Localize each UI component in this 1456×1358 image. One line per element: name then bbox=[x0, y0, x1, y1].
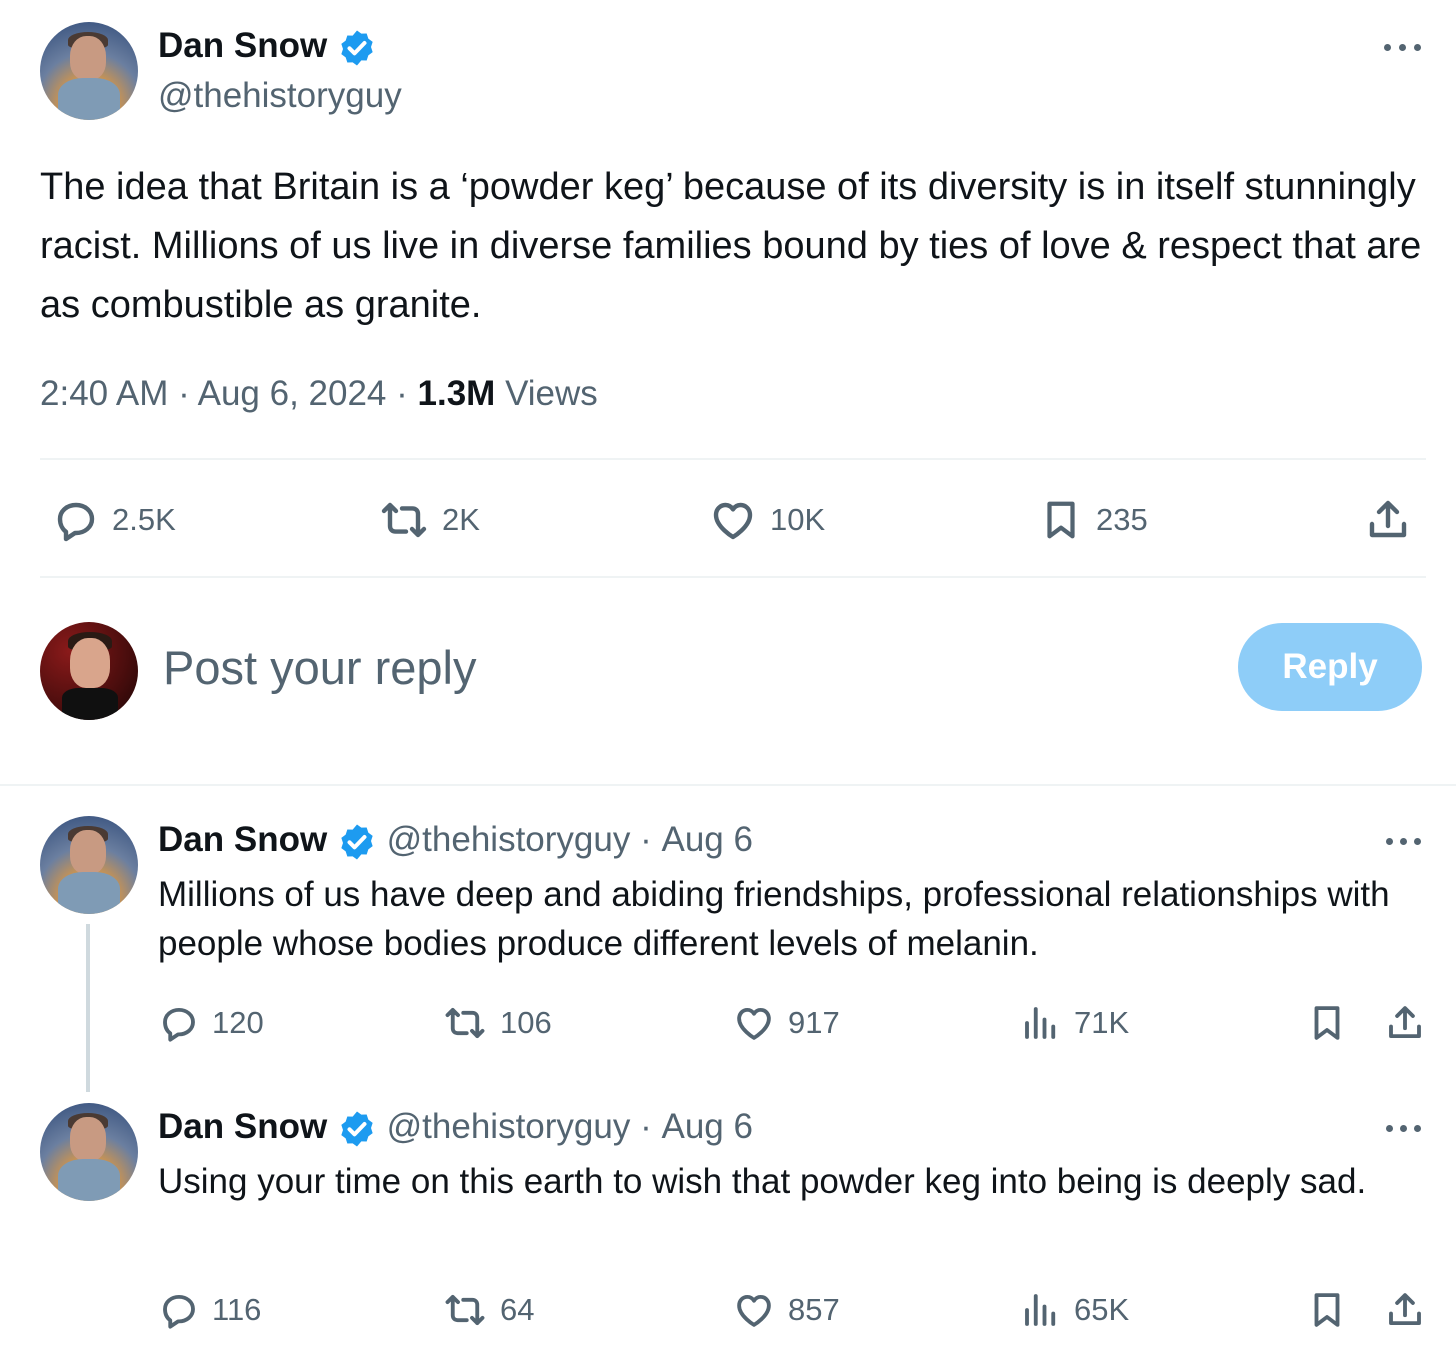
reply-author-avatar[interactable] bbox=[40, 816, 138, 914]
tweet-meta: 2:40 AM · Aug 6, 2024 · 1.3M Views bbox=[40, 374, 598, 414]
repost-icon bbox=[378, 496, 430, 544]
tweet-time[interactable]: 2:40 AM bbox=[40, 374, 168, 413]
avatar-face bbox=[70, 36, 106, 80]
repost-count: 106 bbox=[500, 1005, 552, 1040]
avatar-scarf bbox=[58, 872, 120, 914]
share-action[interactable] bbox=[1384, 1289, 1426, 1331]
reply-action[interactable]: 116 bbox=[158, 1289, 261, 1331]
views-count: 1.3M bbox=[417, 374, 496, 413]
tweet-text: The idea that Britain is a ‘powder keg’ … bbox=[40, 166, 1422, 326]
reply-author-handle[interactable]: @thehistoryguy bbox=[387, 1107, 631, 1146]
reply-icon bbox=[158, 1002, 200, 1044]
more-options-icon[interactable] bbox=[1384, 40, 1424, 54]
reply-action[interactable]: 2.5K bbox=[52, 496, 176, 544]
meta-separator: · bbox=[396, 374, 408, 413]
bookmark-action[interactable]: 235 bbox=[1038, 496, 1148, 544]
repost-count: 64 bbox=[500, 1292, 535, 1327]
views-action[interactable]: 65K bbox=[1020, 1289, 1129, 1331]
verified-badge-icon bbox=[337, 28, 377, 68]
reply-separator: · bbox=[640, 820, 652, 859]
divider bbox=[40, 576, 1426, 578]
bookmark-icon bbox=[1306, 1002, 1348, 1044]
views-chart-icon bbox=[1020, 1289, 1062, 1331]
thread-connector-line bbox=[86, 924, 90, 1092]
author-name-text[interactable]: Dan Snow bbox=[158, 26, 327, 65]
reply-icon bbox=[158, 1289, 200, 1331]
share-icon bbox=[1364, 496, 1412, 544]
reply-action[interactable]: 120 bbox=[158, 1002, 264, 1044]
heart-icon bbox=[732, 1002, 776, 1044]
like-action[interactable]: 857 bbox=[732, 1289, 840, 1331]
views-count: 71K bbox=[1074, 1005, 1130, 1040]
more-options-icon[interactable] bbox=[1386, 834, 1426, 848]
avatar-scarf bbox=[58, 1159, 120, 1201]
reply-header: Dan Snow @thehistoryguy · Aug 6 bbox=[158, 1107, 753, 1149]
reply-author-name[interactable]: Dan Snow bbox=[158, 1107, 327, 1146]
user-avatar[interactable] bbox=[40, 622, 138, 720]
bookmark-count: 235 bbox=[1096, 502, 1148, 537]
reply-count: 2.5K bbox=[112, 502, 176, 537]
avatar-face bbox=[70, 638, 110, 688]
heart-icon bbox=[732, 1289, 776, 1331]
views-action[interactable]: 71K bbox=[1020, 1002, 1129, 1044]
reply-count: 116 bbox=[212, 1292, 262, 1327]
repost-count: 2K bbox=[442, 502, 480, 537]
repost-action[interactable]: 64 bbox=[442, 1289, 534, 1331]
bookmark-icon bbox=[1306, 1289, 1348, 1331]
bookmark-icon bbox=[1038, 496, 1084, 544]
tweet-date[interactable]: Aug 6, 2024 bbox=[198, 374, 387, 413]
reply-author-handle[interactable]: @thehistoryguy bbox=[387, 820, 631, 859]
share-icon bbox=[1384, 1289, 1426, 1331]
heart-icon bbox=[708, 496, 758, 544]
like-count: 857 bbox=[788, 1292, 840, 1327]
like-count: 917 bbox=[788, 1005, 840, 1040]
repost-icon bbox=[442, 1002, 488, 1044]
reply-separator: · bbox=[640, 1107, 652, 1146]
meta-separator: · bbox=[178, 374, 190, 413]
avatar-face bbox=[70, 1117, 106, 1161]
views-label: Views bbox=[505, 374, 598, 413]
author-avatar[interactable] bbox=[40, 22, 138, 120]
like-count: 10K bbox=[770, 502, 826, 537]
reply-date[interactable]: Aug 6 bbox=[661, 1107, 752, 1146]
reply-text: Millions of us have deep and abiding fri… bbox=[158, 875, 1390, 963]
share-action[interactable] bbox=[1384, 1002, 1426, 1044]
avatar-face bbox=[70, 830, 106, 874]
section-divider bbox=[0, 784, 1456, 786]
share-action[interactable] bbox=[1364, 496, 1412, 544]
avatar-scarf bbox=[58, 78, 120, 120]
like-action[interactable]: 917 bbox=[732, 1002, 840, 1044]
bookmark-action[interactable] bbox=[1306, 1289, 1348, 1331]
share-icon bbox=[1384, 1002, 1426, 1044]
views-chart-icon bbox=[1020, 1002, 1062, 1044]
reply-icon bbox=[52, 496, 100, 544]
avatar-collar bbox=[62, 688, 118, 720]
views-count: 65K bbox=[1074, 1292, 1130, 1327]
reply-text: Using your time on this earth to wish th… bbox=[158, 1162, 1367, 1201]
repost-action[interactable]: 2K bbox=[378, 496, 480, 544]
bookmark-action[interactable] bbox=[1306, 1002, 1348, 1044]
verified-badge-icon bbox=[337, 822, 377, 862]
author-name[interactable]: Dan Snow bbox=[158, 26, 377, 68]
reply-author-name[interactable]: Dan Snow bbox=[158, 820, 327, 859]
reply-input[interactable]: Post your reply bbox=[163, 640, 476, 695]
verified-badge-icon bbox=[337, 1109, 377, 1149]
divider bbox=[40, 458, 1426, 460]
more-options-icon[interactable] bbox=[1386, 1121, 1426, 1135]
like-action[interactable]: 10K bbox=[708, 496, 825, 544]
reply-button[interactable]: Reply bbox=[1238, 623, 1422, 711]
reply-author-avatar[interactable] bbox=[40, 1103, 138, 1201]
author-handle[interactable]: @thehistoryguy bbox=[158, 76, 402, 116]
reply-date[interactable]: Aug 6 bbox=[661, 820, 752, 859]
repost-action[interactable]: 106 bbox=[442, 1002, 552, 1044]
reply-count: 120 bbox=[212, 1005, 264, 1040]
reply-header: Dan Snow @thehistoryguy · Aug 6 bbox=[158, 820, 753, 862]
repost-icon bbox=[442, 1289, 488, 1331]
